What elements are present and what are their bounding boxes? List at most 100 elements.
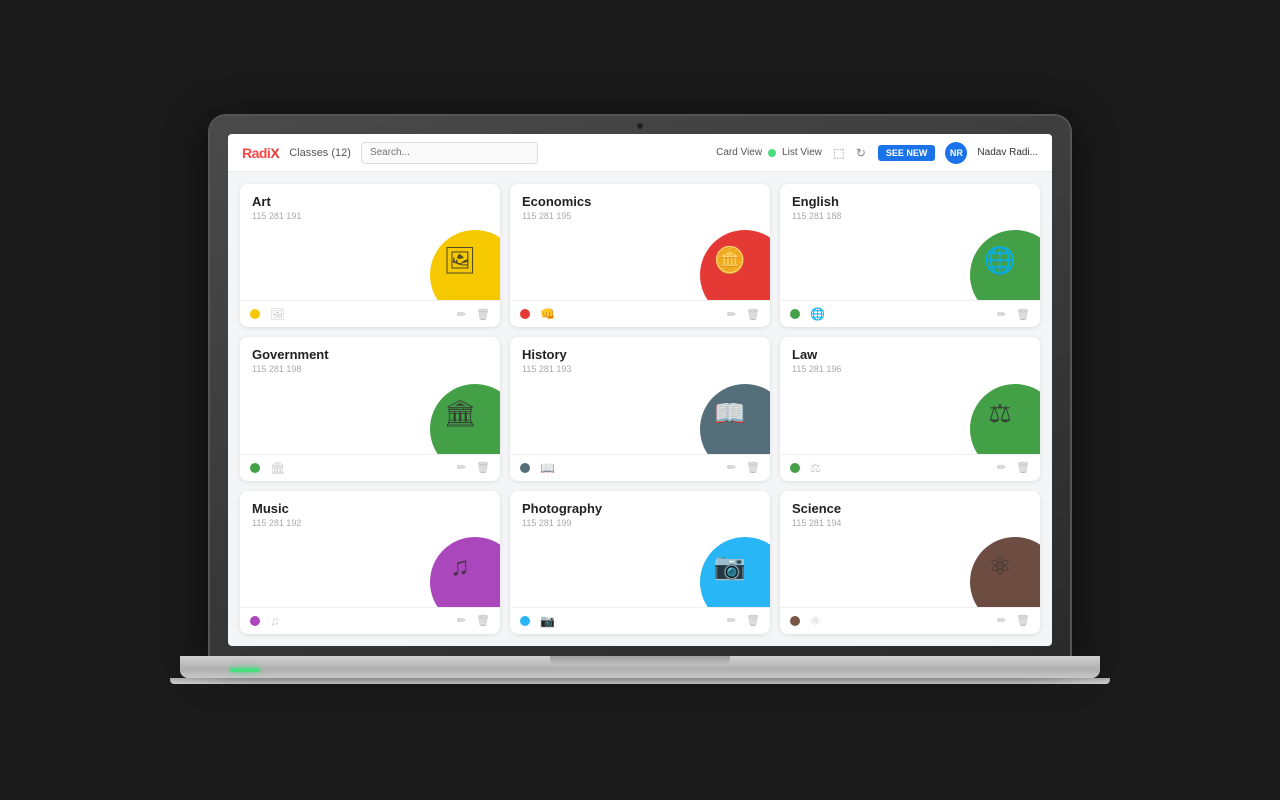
card-view-label: Card View xyxy=(716,147,762,158)
card-footer-english: 🌐 ✏ 🗑 xyxy=(780,300,1040,327)
card-info-art: Art 115 281 191 xyxy=(252,194,301,221)
card-footer-economics: 👊 ✏ 🗑 xyxy=(510,300,770,327)
classes-count: Classes (12) xyxy=(289,147,351,159)
image-icon[interactable]: ⬚ xyxy=(832,146,846,160)
card-english[interactable]: English 115 281 188 🌐 🌐 ✏ 🗑 xyxy=(780,184,1040,327)
card-photography[interactable]: Photography 115 281 199 📷 📷 ✏ 🗑 xyxy=(510,491,770,634)
card-id-law: 115 281 196 xyxy=(792,364,841,374)
edit-button-art[interactable]: ✏ xyxy=(457,308,466,321)
card-icon-government: 🏛 xyxy=(443,398,476,429)
card-history[interactable]: History 115 281 193 📖 📖 ✏ 🗑 xyxy=(510,337,770,480)
card-top-photography: Photography 115 281 199 📷 xyxy=(510,491,770,607)
card-info-science: Science 115 281 194 xyxy=(792,501,841,528)
footer-dot-photography xyxy=(520,616,530,626)
card-top-law: Law 115 281 196 ⚖ xyxy=(780,337,1040,453)
card-icon-container-art: 🖼 xyxy=(420,220,500,300)
card-top-art: Art 115 281 191 🖼 xyxy=(240,184,500,300)
card-title-government: Government xyxy=(252,347,329,362)
delete-button-english[interactable]: 🗑 xyxy=(1016,308,1030,321)
footer-dot-music xyxy=(250,616,260,626)
edit-button-english[interactable]: ✏ xyxy=(997,308,1006,321)
logo-text: Radi xyxy=(242,145,270,161)
card-id-history: 115 281 193 xyxy=(522,364,571,374)
card-title-law: Law xyxy=(792,347,841,362)
delete-button-science[interactable]: 🗑 xyxy=(1016,614,1030,627)
footer-icon-art: 🖼 xyxy=(270,307,285,321)
card-footer-art: 🖼 ✏ 🗑 xyxy=(240,300,500,327)
edit-button-music[interactable]: ✏ xyxy=(457,614,466,627)
card-info-economics: Economics 115 281 195 xyxy=(522,194,591,221)
edit-button-economics[interactable]: ✏ xyxy=(727,308,736,321)
card-science[interactable]: Science 115 281 194 ⚛ ⚛ ✏ 🗑 xyxy=(780,491,1040,634)
edit-button-history[interactable]: ✏ xyxy=(727,461,736,474)
delete-button-government[interactable]: 🗑 xyxy=(476,461,490,474)
card-icon-art: 🖼 xyxy=(443,245,476,276)
footer-icon-government: 🏛 xyxy=(270,461,285,475)
card-title-history: History xyxy=(522,347,571,362)
card-icon-container-english: 🌐 xyxy=(960,220,1040,300)
edit-button-photography[interactable]: ✏ xyxy=(727,614,736,627)
card-title-photography: Photography xyxy=(522,501,602,516)
footer-icon-law: ⚖ xyxy=(810,461,821,475)
delete-button-economics[interactable]: 🗑 xyxy=(746,308,760,321)
card-icon-music: ♫ xyxy=(450,551,470,582)
card-music[interactable]: Music 115 281 192 ♫ ♫ ✏ 🗑 xyxy=(240,491,500,634)
delete-button-photography[interactable]: 🗑 xyxy=(746,614,760,627)
card-title-english: English xyxy=(792,194,841,209)
delete-button-history[interactable]: 🗑 xyxy=(746,461,760,474)
laptop-notch xyxy=(550,656,730,666)
footer-icon-economics: 👊 xyxy=(540,307,555,321)
card-title-economics: Economics xyxy=(522,194,591,209)
card-info-law: Law 115 281 196 xyxy=(792,347,841,374)
card-title-science: Science xyxy=(792,501,841,516)
edit-button-science[interactable]: ✏ xyxy=(997,614,1006,627)
app: RadiX Classes (12) Card View List View ⬚… xyxy=(228,134,1052,646)
card-icon-history: 📖 xyxy=(714,398,746,429)
logo-x: X xyxy=(270,145,279,161)
card-top-science: Science 115 281 194 ⚛ xyxy=(780,491,1040,607)
card-icon-law: ⚖ xyxy=(988,398,1011,429)
card-footer-government: 🏛 ✏ 🗑 xyxy=(240,454,500,481)
power-light xyxy=(230,668,260,672)
view-toggle[interactable]: Card View List View xyxy=(716,147,822,158)
user-name: Nadav Radi... xyxy=(977,147,1038,158)
card-id-government: 115 281 198 xyxy=(252,364,329,374)
card-icon-english: 🌐 xyxy=(984,245,1016,276)
footer-dot-science xyxy=(790,616,800,626)
delete-button-music[interactable]: 🗑 xyxy=(476,614,490,627)
card-view-dot xyxy=(768,149,776,157)
card-icon-container-photography: 📷 xyxy=(690,527,770,607)
edit-button-law[interactable]: ✏ xyxy=(997,461,1006,474)
refresh-icon[interactable]: ↻ xyxy=(854,146,868,160)
card-icon-economics: 🪙 xyxy=(714,245,746,276)
logo: RadiX xyxy=(242,145,279,161)
footer-dot-law xyxy=(790,463,800,473)
edit-button-government[interactable]: ✏ xyxy=(457,461,466,474)
card-law[interactable]: Law 115 281 196 ⚖ ⚖ ✏ 🗑 xyxy=(780,337,1040,480)
card-icon-container-law: ⚖ xyxy=(960,374,1040,454)
camera xyxy=(636,122,644,130)
card-footer-history: 📖 ✏ 🗑 xyxy=(510,454,770,481)
card-government[interactable]: Government 115 281 198 🏛 🏛 ✏ 🗑 xyxy=(240,337,500,480)
cards-grid: Art 115 281 191 🖼 🖼 ✏ 🗑 Economics 115 28… xyxy=(228,172,1052,646)
card-id-economics: 115 281 195 xyxy=(522,211,591,221)
card-id-photography: 115 281 199 xyxy=(522,518,602,528)
card-id-music: 115 281 192 xyxy=(252,518,301,528)
header: RadiX Classes (12) Card View List View ⬚… xyxy=(228,134,1052,172)
card-top-economics: Economics 115 281 195 🪙 xyxy=(510,184,770,300)
card-icon-container-economics: 🪙 xyxy=(690,220,770,300)
card-art[interactable]: Art 115 281 191 🖼 🖼 ✏ 🗑 xyxy=(240,184,500,327)
footer-dot-economics xyxy=(520,309,530,319)
footer-icon-music: ♫ xyxy=(270,614,279,628)
card-icon-science: ⚛ xyxy=(988,551,1011,582)
search-input[interactable] xyxy=(361,142,538,164)
card-footer-law: ⚖ ✏ 🗑 xyxy=(780,454,1040,481)
footer-dot-art xyxy=(250,309,260,319)
card-icon-container-history: 📖 xyxy=(690,374,770,454)
card-info-english: English 115 281 188 xyxy=(792,194,841,221)
card-economics[interactable]: Economics 115 281 195 🪙 👊 ✏ 🗑 xyxy=(510,184,770,327)
delete-button-art[interactable]: 🗑 xyxy=(476,308,490,321)
laptop-base xyxy=(180,656,1100,678)
new-button[interactable]: SEE NEW xyxy=(878,145,936,161)
delete-button-law[interactable]: 🗑 xyxy=(1016,461,1030,474)
